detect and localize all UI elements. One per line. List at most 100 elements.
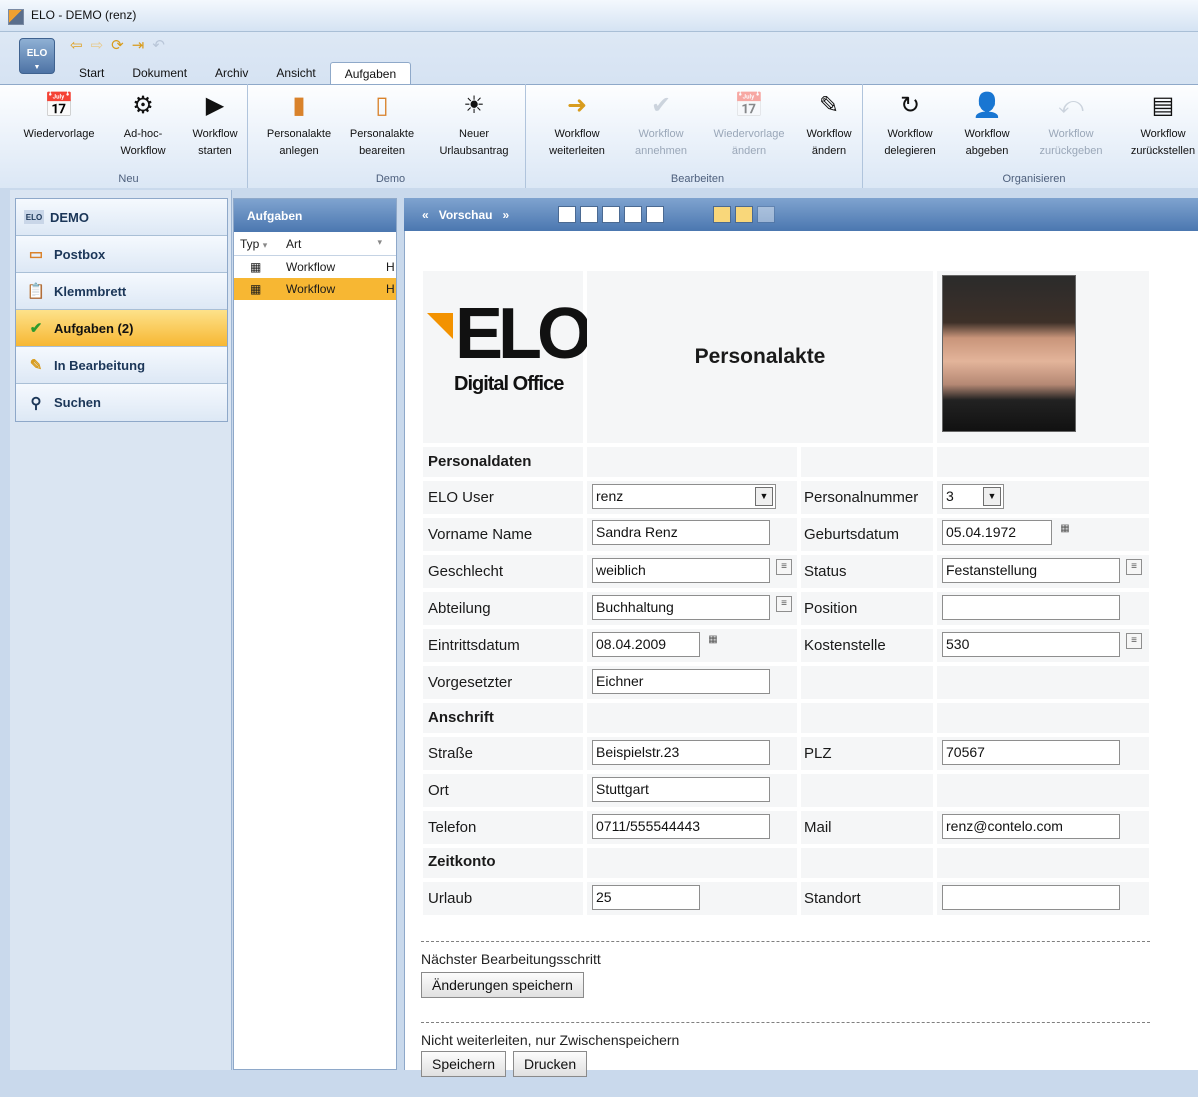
wiedervorlage-aendern-button[interactable]: 📅 Wiedervorlage ändern <box>705 90 793 160</box>
nav-label-demo: DEMO <box>50 209 89 225</box>
workflow-start-icon: ▶ <box>205 92 225 119</box>
personalakte-bearbeiten-button[interactable]: ▯ Personalakte beareiten <box>344 90 420 160</box>
personalakte-anlegen-button[interactable]: ▮ Personalakte anlegen <box>256 90 342 160</box>
forward-arrow-icon[interactable]: ⇨ <box>91 37 104 55</box>
view-page-icon[interactable] <box>580 206 598 223</box>
folder-icon: ▮ <box>292 92 306 119</box>
clipboard-icon: 📋 <box>26 283 46 300</box>
elo-user-select[interactable]: renz ▼ <box>592 484 776 509</box>
save-changes-button[interactable]: Änderungen speichern <box>421 972 584 998</box>
workflow-weiterleiten-button[interactable]: ➜ Workflow weiterleiten <box>537 90 617 160</box>
view-form-icon[interactable] <box>735 206 753 223</box>
wf-abgeben-label-1: Workflow <box>964 128 1010 140</box>
plz-input[interactable]: 70567 <box>942 740 1120 765</box>
logo-cell: ELO Digital Office <box>423 271 593 443</box>
geburtsdatum-input[interactable]: 05.04.1972 <box>942 520 1052 545</box>
tab-start[interactable]: Start <box>65 62 118 84</box>
back-arrow-icon[interactable]: ⇦ <box>70 37 83 55</box>
workflow-annehmen-button[interactable]: ✔ Workflow annehmen <box>621 90 701 160</box>
col-typ[interactable]: Typ ▾ <box>234 237 286 251</box>
wiedervorlage-label: Wiedervorlage <box>23 128 95 140</box>
task-row[interactable]: ▦ Workflow H <box>234 256 396 278</box>
view-extra-icon[interactable] <box>757 206 775 223</box>
quick-access-toolbar: ⇦ ⇨ ⟳ ⇥ ↶ <box>70 37 165 55</box>
workflow-starten-button[interactable]: ▶ Workflow starten <box>182 90 248 160</box>
wiedervorlage-button[interactable]: 📅 Wiedervorlage <box>14 90 104 143</box>
workflow-zurueckgeben-button[interactable]: ⤺ Workflow zurückgeben <box>1030 90 1112 160</box>
label-urlaub: Urlaub <box>423 882 583 915</box>
urlaub-input[interactable]: 25 <box>592 885 700 910</box>
nav-item-aufgaben[interactable]: ✔ Aufgaben (2) <box>16 310 227 347</box>
calendar-icon[interactable]: ▦ <box>1057 522 1073 538</box>
list-picker-icon[interactable]: ≡ <box>776 559 792 575</box>
tab-dokument[interactable]: Dokument <box>118 62 201 84</box>
view-layout-icon[interactable] <box>624 206 642 223</box>
list-picker-icon[interactable]: ≡ <box>1126 633 1142 649</box>
strasse-input[interactable]: Beispielstr.23 <box>592 740 770 765</box>
empty-cell <box>937 703 1149 733</box>
view-text-icon[interactable] <box>558 206 576 223</box>
elo-menu-label: ELO <box>26 48 48 59</box>
wf-stellen-label-2: zurückstellen <box>1130 145 1196 157</box>
adhoc-workflow-button[interactable]: ⚙ Ad-hoc- Workflow <box>108 90 178 160</box>
workflow-zurueckstellen-button[interactable]: ▤ Workflow zurückstellen <box>1128 90 1198 160</box>
tab-ansicht[interactable]: Ansicht <box>262 62 329 84</box>
calendar-icon[interactable]: ▦ <box>705 633 721 649</box>
view-image-icon[interactable] <box>713 206 731 223</box>
label-standort: Standort <box>801 882 933 915</box>
label-eintrittsdatum: Eintrittsdatum <box>423 629 583 662</box>
preview-prev-button[interactable]: « <box>422 208 429 222</box>
group-label-neu: Neu <box>118 173 139 185</box>
empty-cell <box>801 703 933 733</box>
personalnummer-select[interactable]: 3 ▼ <box>942 484 1004 509</box>
task-row-selected[interactable]: ▦ Workflow H <box>234 278 396 300</box>
urlaubsantrag-button[interactable]: ☀ Neuer Urlaubsantrag <box>428 90 520 160</box>
nav-item-demo[interactable]: ELO DEMO <box>16 199 227 236</box>
vorname-input[interactable]: Sandra Renz <box>592 520 770 545</box>
standort-input[interactable] <box>942 885 1120 910</box>
workflow-abgeben-button[interactable]: 👤 Workflow abgeben <box>952 90 1022 160</box>
elo-menu-button[interactable]: ELO ▼ <box>19 38 55 74</box>
undo-icon[interactable]: ↶ <box>152 37 165 55</box>
label-abteilung: Abteilung <box>423 592 583 625</box>
empty-cell <box>587 703 797 733</box>
tab-aufgaben[interactable]: Aufgaben <box>329 62 412 84</box>
mail-input[interactable]: renz@contelo.com <box>942 814 1120 839</box>
list-picker-icon[interactable]: ≡ <box>1126 559 1142 575</box>
section-personaldaten: Personaldaten <box>423 447 583 477</box>
tasks-column-header: Typ ▾ Art ▾ <box>234 232 396 256</box>
label-personalnummer: Personalnummer <box>801 481 933 514</box>
chevron-down-icon: ▼ <box>755 487 773 506</box>
col-art[interactable]: Art ▾ <box>286 237 382 251</box>
view-split-icon[interactable] <box>602 206 620 223</box>
list-picker-icon[interactable]: ≡ <box>776 596 792 612</box>
kostenstelle-input[interactable]: 530 <box>942 632 1120 657</box>
view-window-icon[interactable] <box>646 206 664 223</box>
preview-next-button[interactable]: » <box>503 208 510 222</box>
label-ort: Ort <box>423 774 583 807</box>
status-input[interactable]: Festanstellung <box>942 558 1120 583</box>
tab-archiv[interactable]: Archiv <box>201 62 262 84</box>
nav-item-klemmbrett[interactable]: 📋 Klemmbrett <box>16 273 227 310</box>
nav-item-suchen[interactable]: ⚲ Suchen <box>16 384 227 421</box>
workflow-aendern-button[interactable]: ✎ Workflow ändern <box>797 90 861 160</box>
pa-anlegen-label-2: anlegen <box>279 145 319 157</box>
goto-icon[interactable]: ⇥ <box>132 37 145 55</box>
workflow-delegieren-button[interactable]: ↻ Workflow delegieren <box>874 90 946 160</box>
eintrittsdatum-input[interactable]: 08.04.2009 <box>592 632 700 657</box>
vorgesetzter-input[interactable]: Eichner <box>592 669 770 694</box>
preview-title: Vorschau <box>438 208 493 222</box>
ort-input[interactable]: Stuttgart <box>592 777 770 802</box>
nav-item-postbox[interactable]: ▭ Postbox <box>16 236 227 273</box>
wf-deleg-label-2: delegieren <box>884 145 936 157</box>
telefon-input[interactable]: 0711/555544443 <box>592 814 770 839</box>
geschlecht-input[interactable]: weiblich <box>592 558 770 583</box>
label-geburtsdatum: Geburtsdatum <box>801 518 933 551</box>
nav-item-in-bearbeitung[interactable]: ✎ In Bearbeitung <box>16 347 227 384</box>
refresh-icon[interactable]: ⟳ <box>111 37 124 55</box>
abteilung-input[interactable]: Buchhaltung <box>592 595 770 620</box>
save-button[interactable]: Speichern <box>421 1051 507 1077</box>
position-input[interactable] <box>942 595 1120 620</box>
nav-label-suchen: Suchen <box>54 395 101 410</box>
print-button[interactable]: Drucken <box>513 1051 588 1077</box>
